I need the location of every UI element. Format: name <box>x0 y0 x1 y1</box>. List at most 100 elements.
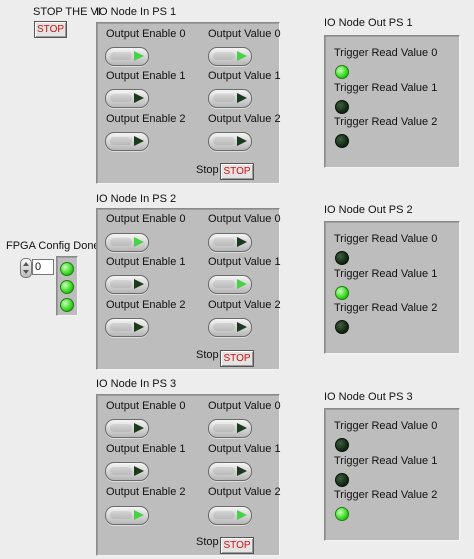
stop-label: Stop <box>196 349 219 361</box>
output-enable-toggle[interactable] <box>105 506 149 525</box>
output-enable-label: Output Enable 2 <box>106 486 186 498</box>
output-enable-label: Output Enable 1 <box>106 443 186 455</box>
toggle-arrow-icon <box>134 510 144 520</box>
output-enable-toggle[interactable] <box>105 318 149 337</box>
toggle-arrow-icon <box>134 423 144 433</box>
toggle-arrow-icon <box>134 51 144 61</box>
toggle-arrow-icon <box>237 237 247 247</box>
trigger-read-led <box>335 100 349 114</box>
front-panel: { "stop_vi": { "label": "STOP THE VI", "… <box>0 0 474 559</box>
increment-icon[interactable] <box>23 262 29 266</box>
trigger-read-led <box>335 473 349 487</box>
output-value-label: Output Value 0 <box>208 213 281 225</box>
toggle-arrow-icon <box>134 93 144 103</box>
output-enable-toggle[interactable] <box>105 462 149 481</box>
stop-button[interactable]: STOP <box>220 350 254 367</box>
output-enable-toggle[interactable] <box>105 132 149 151</box>
output-value-label: Output Value 2 <box>208 299 281 311</box>
trigger-read-led <box>335 438 349 452</box>
in-panel-title: IO Node In PS 2 <box>96 193 177 205</box>
trigger-read-led <box>335 251 349 265</box>
toggle-arrow-icon <box>237 322 247 332</box>
output-enable-label: Output Enable 1 <box>106 256 186 268</box>
output-value-toggle[interactable] <box>208 233 252 252</box>
in-panel-2: Output Enable 0 Output Value 0 Output En… <box>96 208 281 370</box>
array-index-field[interactable]: 0 <box>32 259 54 275</box>
array-index-spinner[interactable] <box>20 258 32 278</box>
fpga-led-array <box>56 256 78 316</box>
out-panel-title: IO Node Out PS 2 <box>324 204 413 216</box>
toggle-arrow-icon <box>134 279 144 289</box>
toggle-arrow-icon <box>134 466 144 476</box>
output-enable-label: Output Enable 0 <box>106 28 186 40</box>
output-enable-toggle[interactable] <box>105 47 149 66</box>
trigger-read-led <box>335 134 349 148</box>
toggle-arrow-icon <box>237 510 247 520</box>
output-value-toggle[interactable] <box>208 275 252 294</box>
output-value-label: Output Value 2 <box>208 113 281 125</box>
output-value-label: Output Value 2 <box>208 486 281 498</box>
in-panel-3: Output Enable 0 Output Value 0 Output En… <box>96 394 281 556</box>
fpga-config-label: FPGA Config Done <box>6 240 100 252</box>
trigger-read-label: Trigger Read Value 2 <box>334 489 438 501</box>
trigger-read-label: Trigger Read Value 1 <box>334 455 438 467</box>
trigger-read-label: Trigger Read Value 0 <box>334 233 438 245</box>
stop-vi-button[interactable]: STOP <box>34 21 67 38</box>
trigger-read-led <box>335 286 349 300</box>
fpga-led-1 <box>60 280 74 294</box>
stop-button[interactable]: STOP <box>220 163 254 180</box>
decrement-icon[interactable] <box>23 270 29 274</box>
output-enable-toggle[interactable] <box>105 89 149 108</box>
toggle-arrow-icon <box>237 423 247 433</box>
trigger-read-led <box>335 507 349 521</box>
toggle-arrow-icon <box>237 466 247 476</box>
out-panel-2: Trigger Read Value 0 Trigger Read Value … <box>324 221 460 354</box>
in-panel-1: Output Enable 0 Output Value 0 Output En… <box>96 22 281 184</box>
output-value-label: Output Value 1 <box>208 443 281 455</box>
output-enable-label: Output Enable 1 <box>106 70 186 82</box>
out-panel-3: Trigger Read Value 0 Trigger Read Value … <box>324 408 460 541</box>
output-enable-toggle[interactable] <box>105 275 149 294</box>
output-value-label: Output Value 1 <box>208 256 281 268</box>
output-value-toggle[interactable] <box>208 419 252 438</box>
output-enable-label: Output Enable 2 <box>106 113 186 125</box>
in-panel-title: IO Node In PS 1 <box>96 6 177 18</box>
trigger-read-led <box>335 320 349 334</box>
output-enable-label: Output Enable 2 <box>106 299 186 311</box>
trigger-read-label: Trigger Read Value 0 <box>334 420 438 432</box>
output-value-label: Output Value 0 <box>208 28 281 40</box>
out-panel-1: Trigger Read Value 0 Trigger Read Value … <box>324 35 460 168</box>
output-value-toggle[interactable] <box>208 318 252 337</box>
output-value-label: Output Value 0 <box>208 400 281 412</box>
output-value-toggle[interactable] <box>208 506 252 525</box>
output-value-toggle[interactable] <box>208 47 252 66</box>
fpga-led-2 <box>60 298 74 312</box>
trigger-read-label: Trigger Read Value 0 <box>334 47 438 59</box>
output-enable-label: Output Enable 0 <box>106 400 186 412</box>
toggle-arrow-icon <box>134 322 144 332</box>
stop-label: Stop <box>196 164 219 176</box>
trigger-read-label: Trigger Read Value 1 <box>334 268 438 280</box>
output-enable-toggle[interactable] <box>105 233 149 252</box>
stop-label: Stop <box>196 536 219 548</box>
in-panel-title: IO Node In PS 3 <box>96 378 177 390</box>
output-enable-toggle[interactable] <box>105 419 149 438</box>
trigger-read-label: Trigger Read Value 1 <box>334 82 438 94</box>
output-value-label: Output Value 1 <box>208 70 281 82</box>
toggle-arrow-icon <box>237 51 247 61</box>
toggle-arrow-icon <box>237 136 247 146</box>
trigger-read-label: Trigger Read Value 2 <box>334 116 438 128</box>
out-panel-title: IO Node Out PS 1 <box>324 17 413 29</box>
fpga-led-0 <box>60 262 74 276</box>
output-value-toggle[interactable] <box>208 462 252 481</box>
output-value-toggle[interactable] <box>208 89 252 108</box>
trigger-read-led <box>335 65 349 79</box>
toggle-arrow-icon <box>134 136 144 146</box>
output-enable-label: Output Enable 0 <box>106 213 186 225</box>
out-panel-title: IO Node Out PS 3 <box>324 391 413 403</box>
stop-button[interactable]: STOP <box>220 537 254 554</box>
toggle-arrow-icon <box>134 237 144 247</box>
output-value-toggle[interactable] <box>208 132 252 151</box>
toggle-arrow-icon <box>237 93 247 103</box>
toggle-arrow-icon <box>237 279 247 289</box>
